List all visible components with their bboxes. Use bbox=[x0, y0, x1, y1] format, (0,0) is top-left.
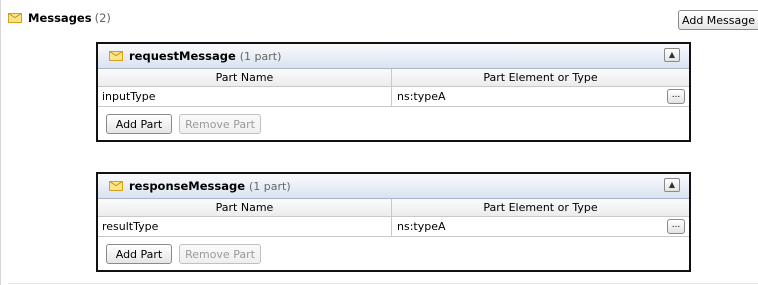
add-message-button[interactable]: Add Message bbox=[678, 10, 758, 30]
messages-title: Messages bbox=[28, 11, 92, 25]
part-element-cell[interactable]: ns:typeA bbox=[392, 217, 689, 236]
column-header-part-name[interactable]: Part Name bbox=[98, 69, 392, 86]
part-element-cell[interactable]: ns:typeA bbox=[392, 87, 689, 106]
panel-part-count: (1 part) bbox=[239, 49, 282, 63]
panel-header: responseMessage (1 part) ▲ bbox=[98, 174, 689, 199]
bottom-divider bbox=[8, 283, 758, 284]
message-panel-request: requestMessage (1 part) ▲ Part Name Part… bbox=[96, 42, 691, 142]
remove-part-button[interactable]: Remove Part bbox=[179, 244, 261, 264]
table-header-row: Part Name Part Element or Type bbox=[98, 199, 689, 217]
table-row[interactable]: resultType ns:typeA ... bbox=[98, 217, 689, 237]
panel-part-count: (1 part) bbox=[249, 179, 291, 193]
collapse-button[interactable]: ▲ bbox=[664, 48, 680, 62]
collapse-button[interactable]: ▲ bbox=[664, 178, 680, 192]
parts-table: Part Name Part Element or Type resultTyp… bbox=[98, 199, 689, 237]
messages-count: (2) bbox=[94, 11, 111, 25]
panel-title: responseMessage bbox=[129, 179, 246, 193]
envelope-icon bbox=[109, 51, 123, 61]
part-name-cell[interactable]: inputType bbox=[98, 87, 392, 106]
envelope-icon bbox=[8, 13, 22, 23]
add-part-button[interactable]: Add Part bbox=[106, 244, 172, 264]
remove-part-button[interactable]: Remove Part bbox=[179, 114, 261, 134]
browse-type-button[interactable]: ... bbox=[667, 89, 685, 104]
messages-header: Messages (2) bbox=[8, 9, 111, 27]
left-divider bbox=[0, 0, 1, 285]
add-part-button[interactable]: Add Part bbox=[106, 114, 172, 134]
message-panel-response: responseMessage (1 part) ▲ Part Name Par… bbox=[96, 172, 691, 272]
envelope-icon bbox=[109, 181, 123, 191]
table-header-row: Part Name Part Element or Type bbox=[98, 69, 689, 87]
parts-table: Part Name Part Element or Type inputType… bbox=[98, 69, 689, 107]
part-name-cell[interactable]: resultType bbox=[98, 217, 392, 236]
panel-header: requestMessage (1 part) ▲ bbox=[98, 44, 689, 69]
column-header-element-type[interactable]: Part Element or Type bbox=[392, 69, 689, 86]
column-header-element-type[interactable]: Part Element or Type bbox=[392, 199, 689, 216]
column-header-part-name[interactable]: Part Name bbox=[98, 199, 392, 216]
table-row[interactable]: inputType ns:typeA ... bbox=[98, 87, 689, 107]
browse-type-button[interactable]: ... bbox=[667, 219, 685, 234]
panel-title: requestMessage bbox=[129, 49, 236, 63]
